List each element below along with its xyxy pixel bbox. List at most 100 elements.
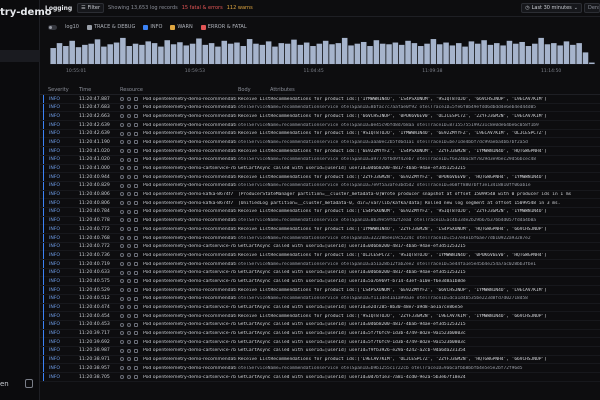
histogram-bar[interactable] (170, 44, 177, 64)
expand-icon[interactable] (120, 105, 124, 110)
histogram-bar[interactable] (139, 44, 145, 64)
histogram-bar[interactable] (297, 44, 304, 64)
histogram-bar[interactable] (126, 46, 132, 64)
table-row[interactable]: INFO 11:20:38.705 Pod opentelemetry-demo-c… (40, 373, 600, 382)
histogram-bar[interactable] (183, 45, 190, 64)
histogram-bar[interactable] (430, 39, 437, 64)
histogram-bar[interactable] (265, 41, 272, 64)
expand-icon[interactable] (120, 192, 124, 197)
histogram-bar[interactable] (69, 40, 75, 64)
table-row[interactable]: INFO 11:20:40.806 Pod opentelemetry-demo-k… (40, 190, 600, 200)
context-icon[interactable] (127, 253, 131, 258)
expand-icon[interactable] (120, 348, 124, 353)
histogram-bar[interactable] (177, 42, 183, 64)
histogram-bar[interactable] (202, 44, 209, 64)
context-icon[interactable] (127, 331, 131, 336)
collapse-sidebar-icon[interactable] (25, 379, 33, 388)
histogram-bar[interactable] (113, 42, 120, 64)
histogram-bar[interactable] (310, 46, 316, 64)
histogram-bar[interactable] (253, 43, 259, 64)
context-icon[interactable] (127, 313, 131, 318)
expand-icon[interactable] (120, 227, 124, 232)
expand-icon[interactable] (120, 114, 124, 119)
table-row[interactable]: INFO 11:20:40.944 Pod opentelemetry-demo-r… (40, 173, 600, 182)
histogram-bar[interactable] (158, 46, 164, 64)
expand-icon[interactable] (120, 313, 124, 318)
histogram-bar[interactable] (88, 43, 94, 64)
expand-icon[interactable] (120, 357, 124, 362)
legend-warn[interactable]: WARN (170, 24, 193, 30)
histogram-bar[interactable] (487, 44, 494, 64)
table-row[interactable]: INFO 11:20:40.829 Pod opentelemetry-demo-r… (40, 181, 600, 191)
expand-icon[interactable] (120, 305, 124, 310)
histogram-bar[interactable] (417, 46, 424, 64)
expand-icon[interactable] (120, 140, 124, 145)
histogram-bar[interactable] (348, 45, 354, 64)
histogram-bar[interactable] (582, 52, 589, 64)
table-row[interactable]: INFO 11:20:38.971 Pod opentelemetry-demo-r… (40, 355, 600, 365)
expand-icon[interactable] (120, 166, 124, 171)
histogram-bar[interactable] (373, 40, 380, 64)
context-icon[interactable] (127, 192, 131, 197)
histogram-bar[interactable] (259, 44, 266, 64)
context-icon[interactable] (127, 114, 131, 119)
table-row[interactable]: INFO 11:20:47.887 Pod opentelemetry-demo-r… (40, 95, 600, 104)
histogram-bar[interactable] (335, 43, 342, 64)
sidebar-user-name[interactable]: en (0, 380, 9, 388)
header-severity[interactable]: Severity (48, 87, 69, 93)
filter-button[interactable]: ☰ Filter (77, 3, 105, 13)
histogram-bar[interactable] (538, 37, 544, 64)
context-icon[interactable] (127, 209, 131, 214)
context-icon[interactable] (127, 183, 131, 188)
expand-icon[interactable] (120, 131, 124, 136)
header-attributes[interactable]: Attributes (270, 87, 295, 93)
histogram-bar[interactable] (405, 40, 411, 64)
context-icon[interactable] (127, 235, 131, 240)
context-icon[interactable] (127, 218, 131, 223)
histogram-bar[interactable] (576, 43, 582, 64)
histogram-bar[interactable] (494, 43, 500, 64)
table-row[interactable]: INFO 11:20:39.692 Pod opentelemetry-demo-c… (40, 338, 600, 347)
histogram-bar[interactable] (449, 45, 456, 64)
histogram-bar[interactable] (329, 44, 335, 64)
histogram-bar[interactable] (354, 43, 361, 64)
context-icon[interactable] (127, 122, 131, 127)
table-row[interactable]: INFO 11:20:38.987 Pod opentelemetry-demo-c… (40, 346, 600, 356)
header-body[interactable]: Body (238, 87, 251, 93)
histogram-bar[interactable] (360, 41, 367, 64)
histogram-bar[interactable] (246, 39, 253, 64)
table-row[interactable]: INFO 11:20:40.474 Pod opentelemetry-demo-c… (40, 303, 600, 313)
context-icon[interactable] (127, 322, 131, 327)
table-row[interactable]: INFO 11:20:40.633 Pod opentelemetry-demo-c… (40, 268, 600, 278)
context-icon[interactable] (127, 348, 131, 353)
context-icon[interactable] (127, 227, 131, 232)
histogram-bar[interactable] (120, 37, 126, 64)
expand-icon[interactable] (120, 96, 124, 101)
histogram-bar[interactable] (455, 43, 462, 64)
expand-icon[interactable] (120, 244, 124, 249)
context-icon[interactable] (127, 166, 131, 171)
histogram-bar[interactable] (468, 41, 475, 64)
histogram-bar[interactable] (367, 46, 373, 64)
context-icon[interactable] (127, 270, 131, 275)
table-row[interactable]: INFO 11:20:41.020 Pod opentelemetry-demo-r… (40, 147, 600, 156)
context-icon[interactable] (127, 148, 131, 153)
histogram-bar[interactable] (532, 43, 538, 64)
date-button[interactable]: Dens (584, 3, 600, 13)
legend-trace[interactable]: TRACE & DEBUG (86, 24, 135, 30)
table-row[interactable]: INFO 11:20:40.778 Pod opentelemetry-demo-r… (40, 216, 600, 226)
histogram-bar[interactable] (132, 43, 139, 64)
histogram-bar[interactable] (94, 39, 101, 64)
context-icon[interactable] (127, 244, 131, 249)
table-row[interactable]: INFO 11:20:40.768 Pod opentelemetry-demo-r… (40, 234, 600, 243)
histogram-bar[interactable] (107, 44, 113, 64)
table-row[interactable]: INFO 11:20:42.639 Pod opentelemetry-demo-r… (40, 129, 600, 139)
histogram-bar[interactable] (164, 40, 171, 64)
expand-icon[interactable] (120, 322, 124, 327)
table-row[interactable]: INFO 11:20:40.772 Pod opentelemetry-demo-r… (40, 225, 600, 234)
legend-error[interactable]: ERROR & FATAL (200, 24, 247, 30)
histogram-bar[interactable] (75, 47, 82, 64)
context-icon[interactable] (127, 131, 131, 136)
histogram-bar[interactable] (189, 43, 196, 64)
log-volume-histogram[interactable]: 10:55:01 10:59:53 11:04:45 11:09:38 11:14:50 (40, 33, 600, 75)
